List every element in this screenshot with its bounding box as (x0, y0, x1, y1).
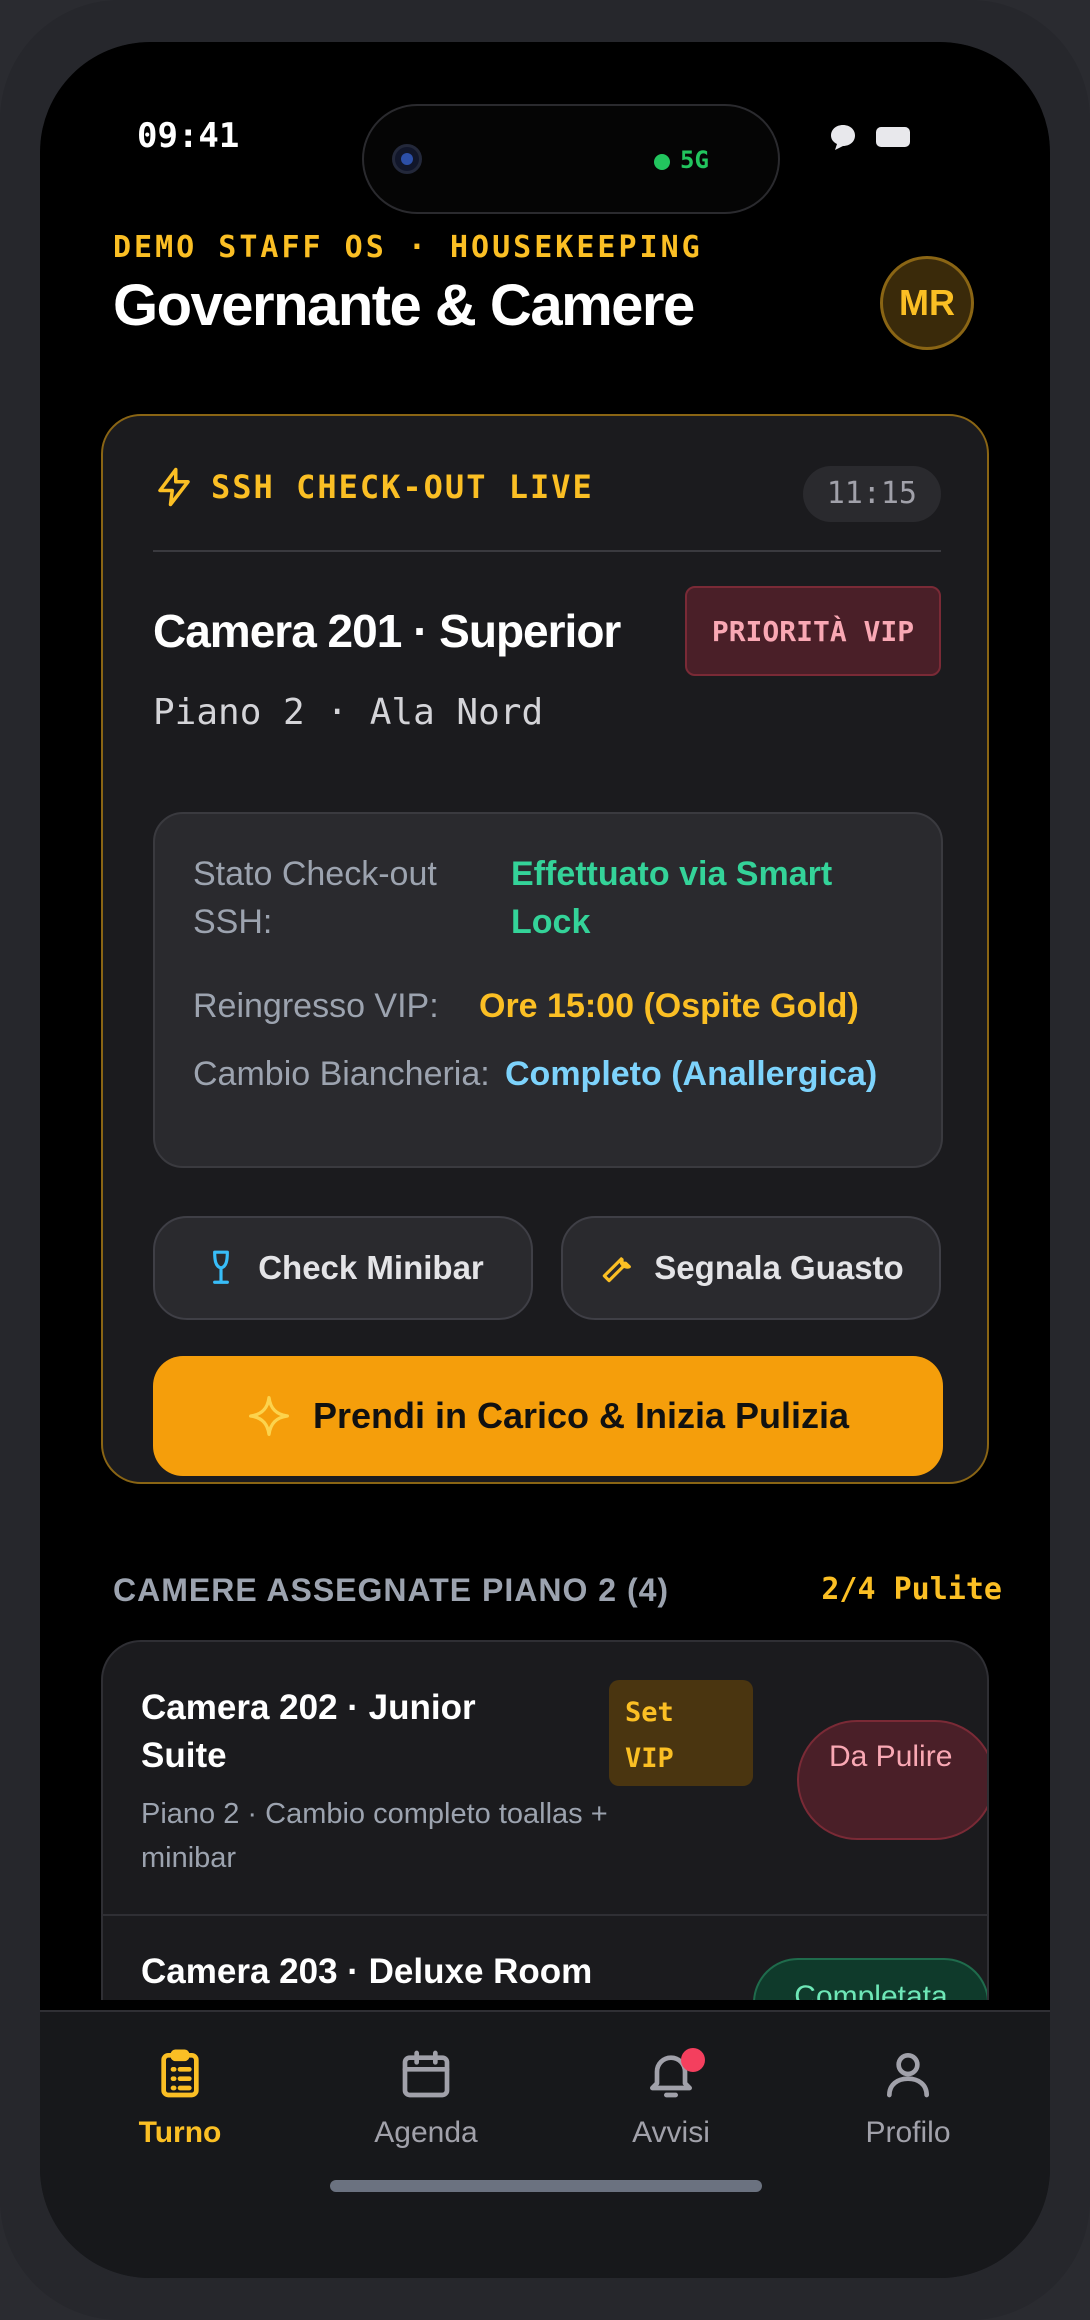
room-location: Piano 2 · Ala Nord (153, 692, 544, 733)
tab-turno[interactable]: Turno (80, 2046, 280, 2150)
start-cleaning-label: Prendi in Carico & Inizia Pulizia (312, 1395, 850, 1436)
live-checkout-card: SSH CHECK-OUT LIVE 11:15 Camera 201 · Su… (101, 414, 989, 1484)
calendar-icon (402, 2050, 450, 2098)
status-badge: Da Pulire (797, 1720, 987, 1840)
wrench-icon (603, 1257, 632, 1283)
room-title: Camera 202 · Junior Suite (141, 1688, 476, 1775)
status-badge: Completata (753, 1958, 987, 2000)
live-label: SSH CHECK-OUT LIVE (211, 468, 594, 506)
start-cleaning-button[interactable]: Prendi in Carico & Inizia Pulizia (153, 1356, 943, 1476)
live-header: SSH CHECK-OUT LIVE (153, 466, 594, 508)
detail-label: Stato Check-out SSH: (193, 855, 437, 941)
divider (153, 550, 941, 552)
list-item[interactable]: Camera 203 · Deluxe Room Completata (103, 1914, 987, 2000)
list-item[interactable]: Camera 202 · Junior Suite Piano 2 · Camb… (103, 1642, 987, 1916)
assigned-section-title: CAMERE ASSEGNATE PIANO 2 (4) (113, 1572, 670, 1608)
tab-label: Profilo (865, 2116, 951, 2149)
assigned-rooms-list: Camera 202 · Junior Suite Piano 2 · Camb… (101, 1640, 989, 2000)
room-title: Camera 201 · Superior (153, 605, 621, 657)
assigned-progress: 2/4 Pulite (821, 1572, 1002, 1607)
clipboard-list-icon (161, 2049, 199, 2098)
tab-bar: Turno Agenda Avvisi Profilo (40, 2010, 1050, 2278)
detail-value: Ore 15:00 (Ospite Gold) (479, 987, 859, 1025)
user-icon (887, 2053, 929, 2098)
message-icon (831, 125, 855, 150)
room-details: Stato Check-out SSH: Effettuato via Smar… (153, 812, 943, 1168)
tab-avvisi[interactable]: Avvisi (571, 2046, 771, 2150)
battery-icon (876, 127, 910, 147)
room-subtitle: Piano 2 · Cambio completo toallas + mini… (141, 1798, 608, 1874)
tab-label: Avvisi (632, 2116, 710, 2149)
vip-set-tag: Set VIP (609, 1680, 753, 1786)
detail-value: Effettuato via Smart Lock (511, 855, 833, 941)
tab-label: Agenda (374, 2116, 478, 2149)
priority-badge: PRIORITÀ VIP (685, 586, 941, 676)
app-eyebrow: DEMO STAFF OS · HOUSEKEEPING (113, 230, 703, 265)
phone-body: 09:41 5G DEMO STAFF OS · HOUSEKEEPING Go… (40, 42, 1050, 2278)
app-screen: 09:41 5G DEMO STAFF OS · HOUSEKEEPING Go… (40, 42, 1050, 2228)
lightning-icon (158, 467, 190, 507)
report-fault-button[interactable]: Segnala Guasto (561, 1216, 941, 1320)
check-minibar-button[interactable]: Check Minibar (153, 1216, 533, 1320)
home-indicator[interactable] (330, 2180, 762, 2192)
live-time-badge: 11:15 (802, 466, 941, 522)
room-title: Camera 203 · Deluxe Room (141, 1952, 593, 1991)
camera-icon (392, 144, 422, 174)
tab-profilo[interactable]: Profilo (808, 2046, 1008, 2150)
report-fault-label: Segnala Guasto (654, 1249, 904, 1286)
dynamic-island: 5G (362, 104, 780, 214)
check-minibar-label: Check Minibar (258, 1249, 484, 1286)
phone-frame: 09:41 5G DEMO STAFF OS · HOUSEKEEPING Go… (0, 0, 1090, 2320)
tab-label: Turno (138, 2116, 222, 2149)
network-dot-icon (654, 154, 670, 170)
tab-agenda[interactable]: Agenda (326, 2046, 526, 2150)
avatar[interactable]: MR (880, 256, 974, 350)
page-title: Governante & Camere (113, 273, 695, 338)
network-label: 5G (680, 146, 709, 174)
status-icons (828, 122, 910, 152)
detail-label: Reingresso VIP: (193, 987, 439, 1025)
detail-label: Cambio Biancheria: (193, 1055, 490, 1093)
status-time: 09:41 (137, 116, 240, 156)
notification-dot (681, 2048, 705, 2072)
wine-glass-icon (213, 1250, 230, 1284)
sparkle-icon (248, 1396, 289, 1436)
detail-value: Completo (Anallergica) (505, 1055, 878, 1093)
